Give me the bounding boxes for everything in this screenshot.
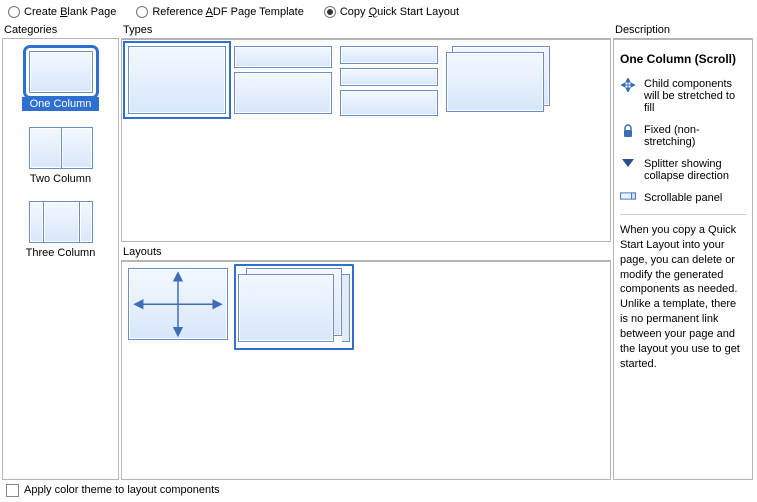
radio-reference-adf-template[interactable]: Reference ADF Page Template: [136, 6, 303, 18]
category-three-column[interactable]: Three Column: [9, 195, 112, 269]
type-option-2[interactable]: [234, 46, 332, 114]
legend-splitter: Splitter showing collapse direction: [620, 158, 746, 182]
radio-label: Create Blank Page: [24, 6, 116, 18]
layouts-title: Layouts: [121, 244, 611, 261]
divider: [620, 214, 746, 215]
apply-theme-label: Apply color theme to layout components: [24, 484, 220, 496]
layout-option-scroll[interactable]: [238, 268, 350, 346]
stretch-icon: [620, 78, 636, 92]
type-option-3[interactable]: [340, 46, 438, 116]
scrollbar-icon: [342, 274, 350, 342]
legend-text: Child components will be stretched to fi…: [644, 78, 746, 114]
three-column-thumb-icon: [29, 201, 93, 243]
layout-option-stretch[interactable]: [128, 268, 228, 340]
description-title-header: Description: [613, 22, 753, 39]
types-list: [121, 39, 611, 242]
stretch-arrows-icon: [129, 269, 227, 340]
category-one-column[interactable]: One Column: [9, 45, 112, 121]
radio-copy-quick-start[interactable]: Copy Quick Start Layout: [324, 6, 459, 18]
legend-text: Fixed (non-stretching): [644, 124, 746, 148]
category-label: One Column: [22, 97, 100, 111]
radio-label: Reference ADF Page Template: [152, 6, 303, 18]
legend-scrollable: Scrollable panel: [620, 192, 746, 204]
description-paragraph: When you copy a Quick Start Layout into …: [620, 223, 746, 371]
legend-fixed: Fixed (non-stretching): [620, 124, 746, 148]
categories-title: Categories: [2, 22, 119, 39]
type-option-4[interactable]: [446, 46, 556, 114]
legend-text: Splitter showing collapse direction: [644, 158, 746, 182]
radio-create-blank-page[interactable]: Create Blank Page: [8, 6, 116, 18]
one-column-thumb-icon: [29, 51, 93, 93]
radio-label: Copy Quick Start Layout: [340, 6, 459, 18]
category-label: Two Column: [30, 173, 91, 185]
legend-stretch: Child components will be stretched to fi…: [620, 78, 746, 114]
radio-icon: [324, 6, 336, 18]
splitter-icon: [620, 158, 636, 168]
radio-icon: [8, 6, 20, 18]
radio-icon: [136, 6, 148, 18]
types-title: Types: [121, 22, 611, 39]
lock-icon: [620, 124, 636, 138]
two-column-thumb-icon: [29, 127, 93, 169]
scrollable-panel-icon: [620, 192, 636, 200]
category-two-column[interactable]: Two Column: [9, 121, 112, 195]
type-option-1[interactable]: [128, 46, 226, 114]
apply-theme-checkbox[interactable]: [6, 484, 19, 497]
categories-list: One Column Two Column Three Column: [2, 39, 119, 480]
layouts-list: [121, 261, 611, 480]
description-layout-name: One Column (Scroll): [620, 52, 746, 66]
description-panel: One Column (Scroll) Child components wil…: [613, 39, 753, 480]
legend-text: Scrollable panel: [644, 192, 746, 204]
category-label: Three Column: [26, 247, 96, 259]
